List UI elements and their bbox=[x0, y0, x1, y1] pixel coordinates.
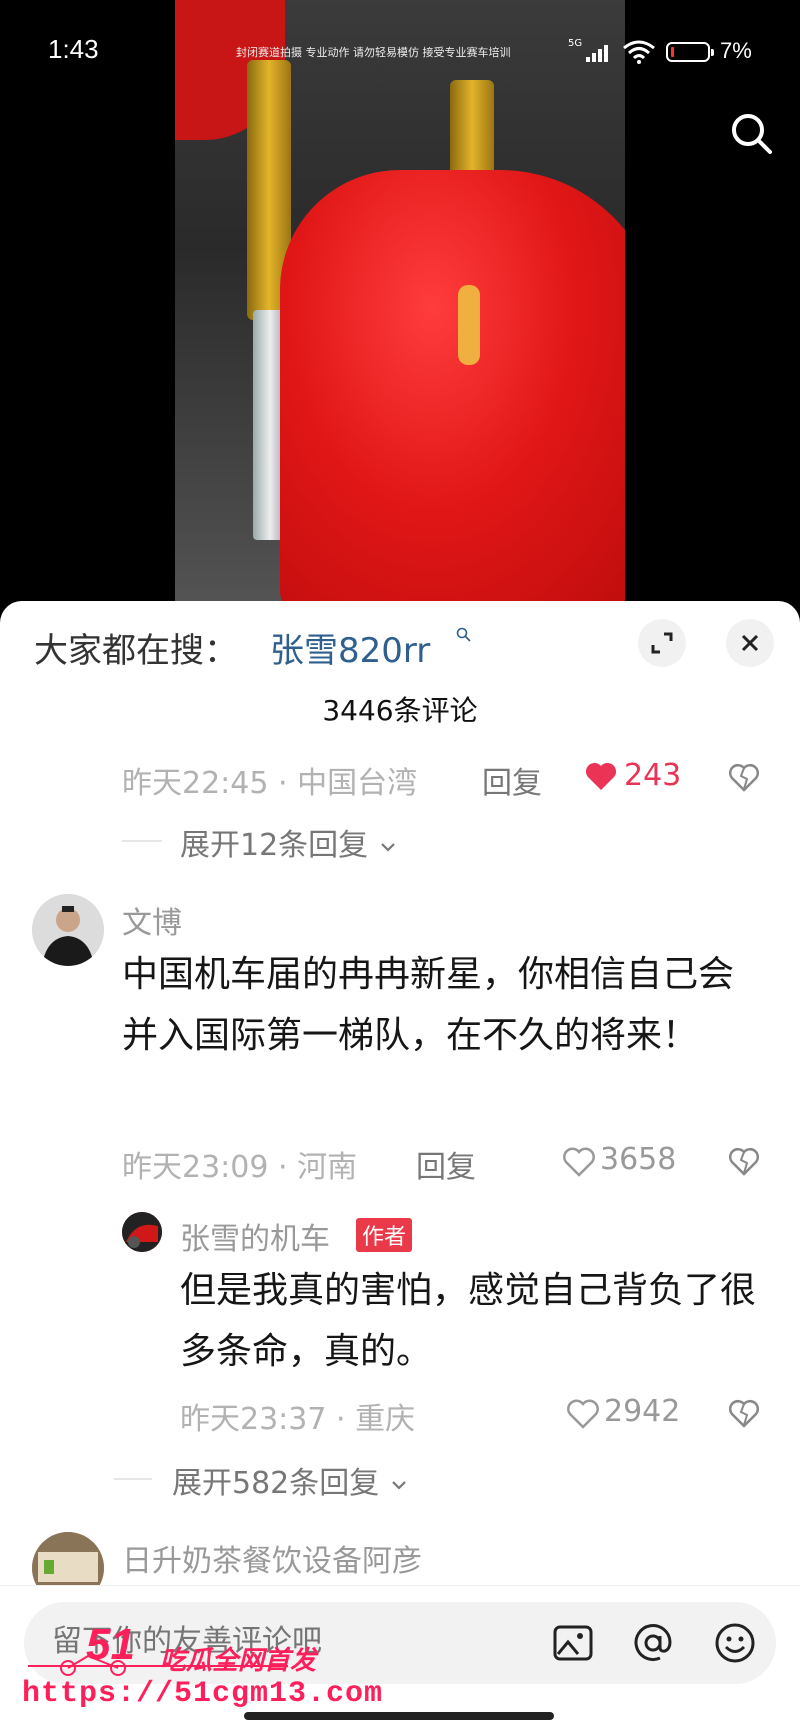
avatar[interactable] bbox=[32, 894, 104, 966]
image-icon[interactable] bbox=[550, 1620, 596, 1666]
expand-replies-button[interactable]: 展开12条回复 bbox=[180, 820, 398, 864]
like-count: 2942 bbox=[604, 1394, 681, 1429]
reply-button[interactable]: 回复 bbox=[482, 758, 542, 802]
expand-divider bbox=[114, 1478, 152, 1480]
watermark-url: https://51cgm13.com bbox=[22, 1677, 384, 1711]
avatar-image bbox=[122, 1212, 162, 1252]
reply-text: 但是我真的害怕，感觉自己背负了很多条命，真的。 bbox=[180, 1270, 757, 1372]
comment-meta: 昨天22:45 · 中国台湾 bbox=[122, 766, 418, 801]
video-player[interactable] bbox=[175, 0, 625, 620]
heart-icon[interactable] bbox=[566, 1398, 600, 1430]
like-count: 3658 bbox=[600, 1142, 677, 1177]
expand-divider bbox=[122, 840, 162, 842]
chevron-down-icon bbox=[380, 842, 395, 852]
dislike-icon[interactable] bbox=[728, 1398, 760, 1428]
video-lamp bbox=[458, 285, 480, 365]
video-fender bbox=[280, 170, 625, 620]
battery-percent: 7% bbox=[720, 38, 752, 63]
expand-replies-label: 展开12条回复 bbox=[180, 828, 369, 863]
dislike-icon[interactable] bbox=[728, 762, 760, 792]
avatar-image bbox=[32, 894, 104, 966]
expand-icon bbox=[651, 632, 673, 654]
signal-icon bbox=[586, 44, 614, 62]
reply-button[interactable]: 回复 bbox=[416, 1142, 476, 1186]
emoji-icon[interactable] bbox=[712, 1620, 758, 1666]
home-indicator[interactable] bbox=[244, 1712, 554, 1720]
search-icon[interactable] bbox=[728, 110, 776, 158]
reply-meta: 昨天23:37 · 重庆 bbox=[180, 1402, 416, 1437]
mention-icon[interactable] bbox=[630, 1620, 676, 1666]
author-badge: 作者 bbox=[356, 1218, 413, 1252]
trending-search-link[interactable]: 张雪820rr bbox=[270, 623, 430, 672]
comment-username[interactable]: 日升奶茶餐饮设备阿彦 bbox=[122, 1536, 422, 1580]
close-icon bbox=[741, 634, 759, 652]
close-button[interactable] bbox=[726, 619, 774, 667]
comment-text: 中国机车届的冉冉新星，你相信自己会并入国际第一梯队，在不久的将来！ bbox=[122, 954, 735, 1056]
watermark-logo: 51 bbox=[86, 1620, 135, 1669]
comment-count: 3446条评论 bbox=[322, 694, 478, 727]
comment-meta: 昨天23:09 · 河南 bbox=[122, 1150, 358, 1185]
chevron-down-icon bbox=[392, 1480, 406, 1490]
expand-button[interactable] bbox=[638, 619, 686, 667]
wifi-icon bbox=[623, 40, 655, 64]
network-type: 5G bbox=[568, 38, 583, 49]
like-count: 243 bbox=[624, 758, 682, 793]
heart-filled-icon[interactable] bbox=[584, 760, 618, 792]
dislike-icon[interactable] bbox=[728, 1146, 760, 1176]
video-disclaimer-text: 封闭赛道拍摄 专业动作 请勿轻易模仿 接受专业赛车培训 bbox=[236, 46, 511, 59]
search-icon bbox=[456, 627, 471, 642]
battery-icon bbox=[666, 42, 714, 62]
status-time: 1:43 bbox=[48, 34, 99, 64]
avatar[interactable] bbox=[122, 1212, 162, 1252]
comment-username[interactable]: 文博 bbox=[122, 898, 182, 942]
trending-label: 大家都在搜： bbox=[34, 631, 238, 671]
reply-username[interactable]: 张雪的机车 bbox=[180, 1214, 330, 1258]
expand-replies-button[interactable]: 展开582条回复 bbox=[172, 1458, 409, 1502]
expand-replies-label: 展开582条回复 bbox=[172, 1466, 380, 1501]
watermark-title: 吃瓜全网首发 bbox=[160, 1646, 317, 1676]
heart-icon[interactable] bbox=[562, 1146, 596, 1178]
